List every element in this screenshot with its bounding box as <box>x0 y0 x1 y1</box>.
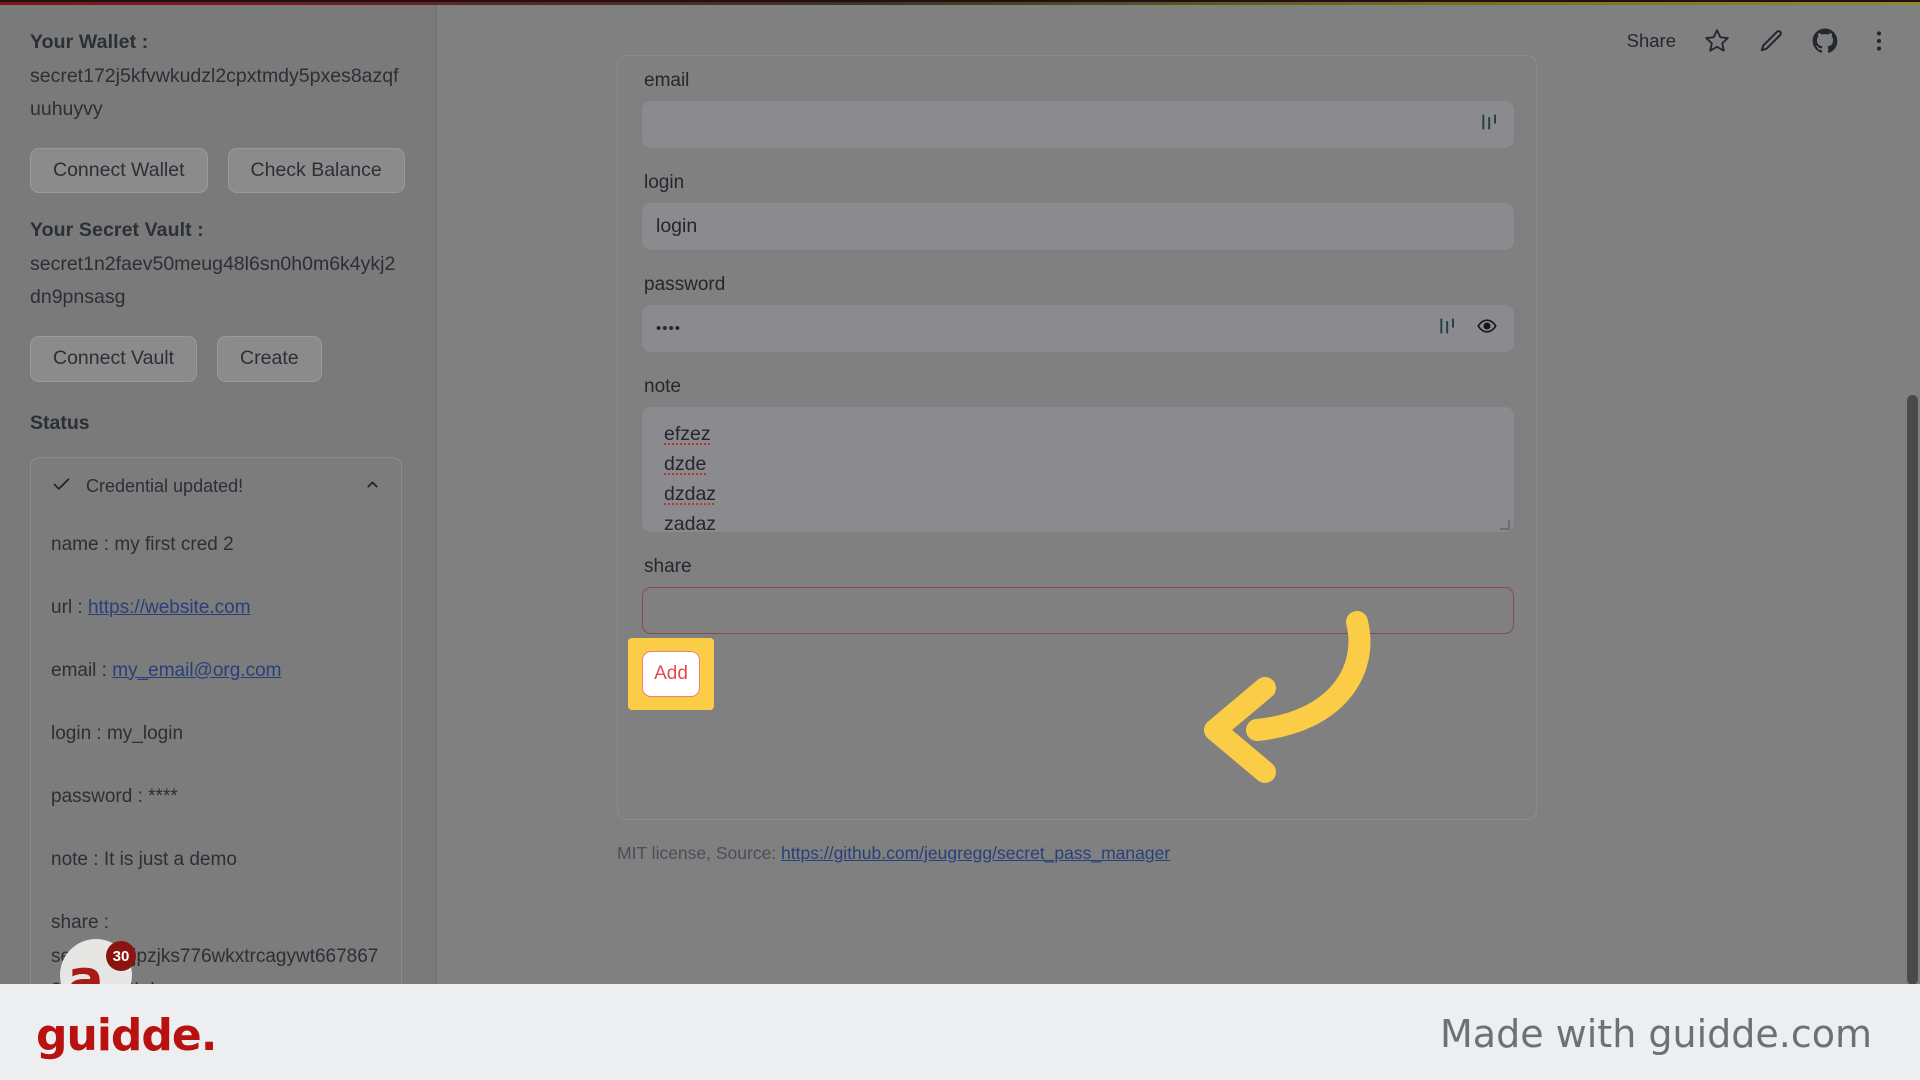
app-root: Your Wallet : secret172j5kfvwkudzl2cpxtm… <box>0 0 1920 1080</box>
status-field-login: login : my_login <box>51 717 381 751</box>
kebab-menu-icon[interactable] <box>1866 28 1892 54</box>
note-line: dzde <box>664 453 707 475</box>
status-field-note: note : It is just a demo <box>51 843 381 877</box>
email-input-icons <box>1480 101 1500 148</box>
add-button[interactable]: Add <box>642 651 700 697</box>
status-field-email-label: email : <box>51 659 113 681</box>
create-button[interactable]: Create <box>217 336 322 382</box>
note-textarea[interactable]: efzez dzde dzdaz zadaz <box>642 407 1514 532</box>
status-heading: Status <box>30 411 90 434</box>
guidde-footer-bar: guidde. Made with guidde.com <box>0 984 1920 1080</box>
credential-form: email login login password •••• note efz… <box>628 70 1514 710</box>
wallet-button-row: Connect Wallet Check Balance <box>30 148 406 194</box>
add-button-wrap: Add <box>628 638 726 710</box>
status-field-password-value: **** <box>148 785 178 807</box>
vertical-scrollbar[interactable] <box>1907 395 1918 984</box>
check-icon <box>51 474 72 499</box>
connect-vault-button[interactable]: Connect Vault <box>30 336 198 382</box>
share-button[interactable]: Share <box>1627 30 1676 52</box>
status-field-login-label: login : <box>51 722 107 744</box>
connect-wallet-button[interactable]: Connect Wallet <box>30 148 208 194</box>
status-field-login-value: my_login <box>106 722 184 744</box>
status-field-note-value: It is just a demo <box>103 848 237 870</box>
vault-button-row: Connect Vault Create <box>30 336 406 382</box>
source-link[interactable]: https://github.com/jeugregg/secret_pass_… <box>781 843 1170 863</box>
chevron-up-icon[interactable] <box>364 476 381 498</box>
guidde-logo: guidde. <box>36 1010 217 1061</box>
note-line: zadaz <box>664 513 717 532</box>
status-field-password-label: password : <box>51 785 149 807</box>
app-toolbar: Share <box>1627 28 1892 54</box>
status-field-name-label: name : <box>51 533 115 555</box>
share-label: share <box>644 556 692 577</box>
status-field-share-label: share : <box>51 911 110 933</box>
password-field-group: password •••• <box>642 274 1514 352</box>
password-manager-icon[interactable] <box>1438 316 1458 342</box>
star-icon[interactable] <box>1704 28 1730 54</box>
status-field-name-value: my first cred 2 <box>114 533 234 555</box>
license-text: MIT license, Source: <box>617 843 782 863</box>
login-label: login <box>644 172 685 193</box>
vault-address: secret1n2faev50meug48l6sn0h0m6k4ykj2dn9p… <box>30 253 396 309</box>
status-field-email-value[interactable]: my_email@org.com <box>112 660 281 681</box>
password-input-value: •••• <box>656 320 682 337</box>
share-input[interactable] <box>642 587 1514 634</box>
decoration-bar-shadow <box>0 0 1920 2</box>
made-with-guidde-text: Made with guidde.com <box>1440 1012 1872 1056</box>
login-input-value: login <box>656 215 698 237</box>
password-input[interactable]: •••• <box>642 305 1514 352</box>
check-balance-button[interactable]: Check Balance <box>227 148 405 194</box>
share-field-group: share <box>642 556 1514 634</box>
password-manager-icon[interactable] <box>1480 112 1500 138</box>
credential-form-card: email login login password •••• note efz… <box>617 55 1537 820</box>
status-field-password: password : **** <box>51 780 381 814</box>
footer-license: MIT license, Source: https://github.com/… <box>617 843 1170 864</box>
sidebar: Your Wallet : secret172j5kfvwkudzl2cpxtm… <box>0 5 437 984</box>
email-field-group: email <box>642 70 1514 148</box>
eye-icon[interactable] <box>1474 316 1500 342</box>
password-label: password <box>644 274 726 295</box>
password-input-icons <box>1438 305 1500 352</box>
vault-heading: Your Secret Vault : <box>30 219 204 242</box>
status-field-note-label: note : <box>51 848 104 870</box>
status-field-url: url : https://website.com <box>51 591 381 625</box>
main-content: email login login password •••• note efz… <box>437 5 1920 984</box>
pencil-icon[interactable] <box>1758 28 1784 54</box>
status-expander-header[interactable]: Credential updated! <box>51 474 381 499</box>
note-label: note <box>644 376 681 397</box>
wallet-address: secret172j5kfvwkudzl2cpxtmdy5pxes8azqfuu… <box>30 65 399 120</box>
email-label: email <box>644 70 690 91</box>
status-title: Credential updated! <box>86 475 244 496</box>
status-field-name: name : my first cred 2 <box>51 528 381 562</box>
note-line: efzez <box>664 423 711 445</box>
status-field-url-value[interactable]: https://website.com <box>88 597 251 618</box>
login-field-group: login login <box>642 172 1514 250</box>
note-line: dzdaz <box>664 483 717 505</box>
login-input[interactable]: login <box>642 203 1514 250</box>
badge-count: 30 <box>106 941 136 971</box>
textarea-resize-handle[interactable] <box>1500 520 1510 530</box>
wallet-heading: Your Wallet : <box>30 31 149 53</box>
github-icon[interactable] <box>1812 28 1838 54</box>
status-field-url-label: url : <box>51 596 88 618</box>
email-input[interactable] <box>642 101 1514 148</box>
status-expander[interactable]: Credential updated! name : my first cred… <box>30 456 402 984</box>
status-field-email: email : my_email@org.com <box>51 654 381 688</box>
note-field-group: note efzez dzde dzdaz zadaz <box>642 376 1514 532</box>
